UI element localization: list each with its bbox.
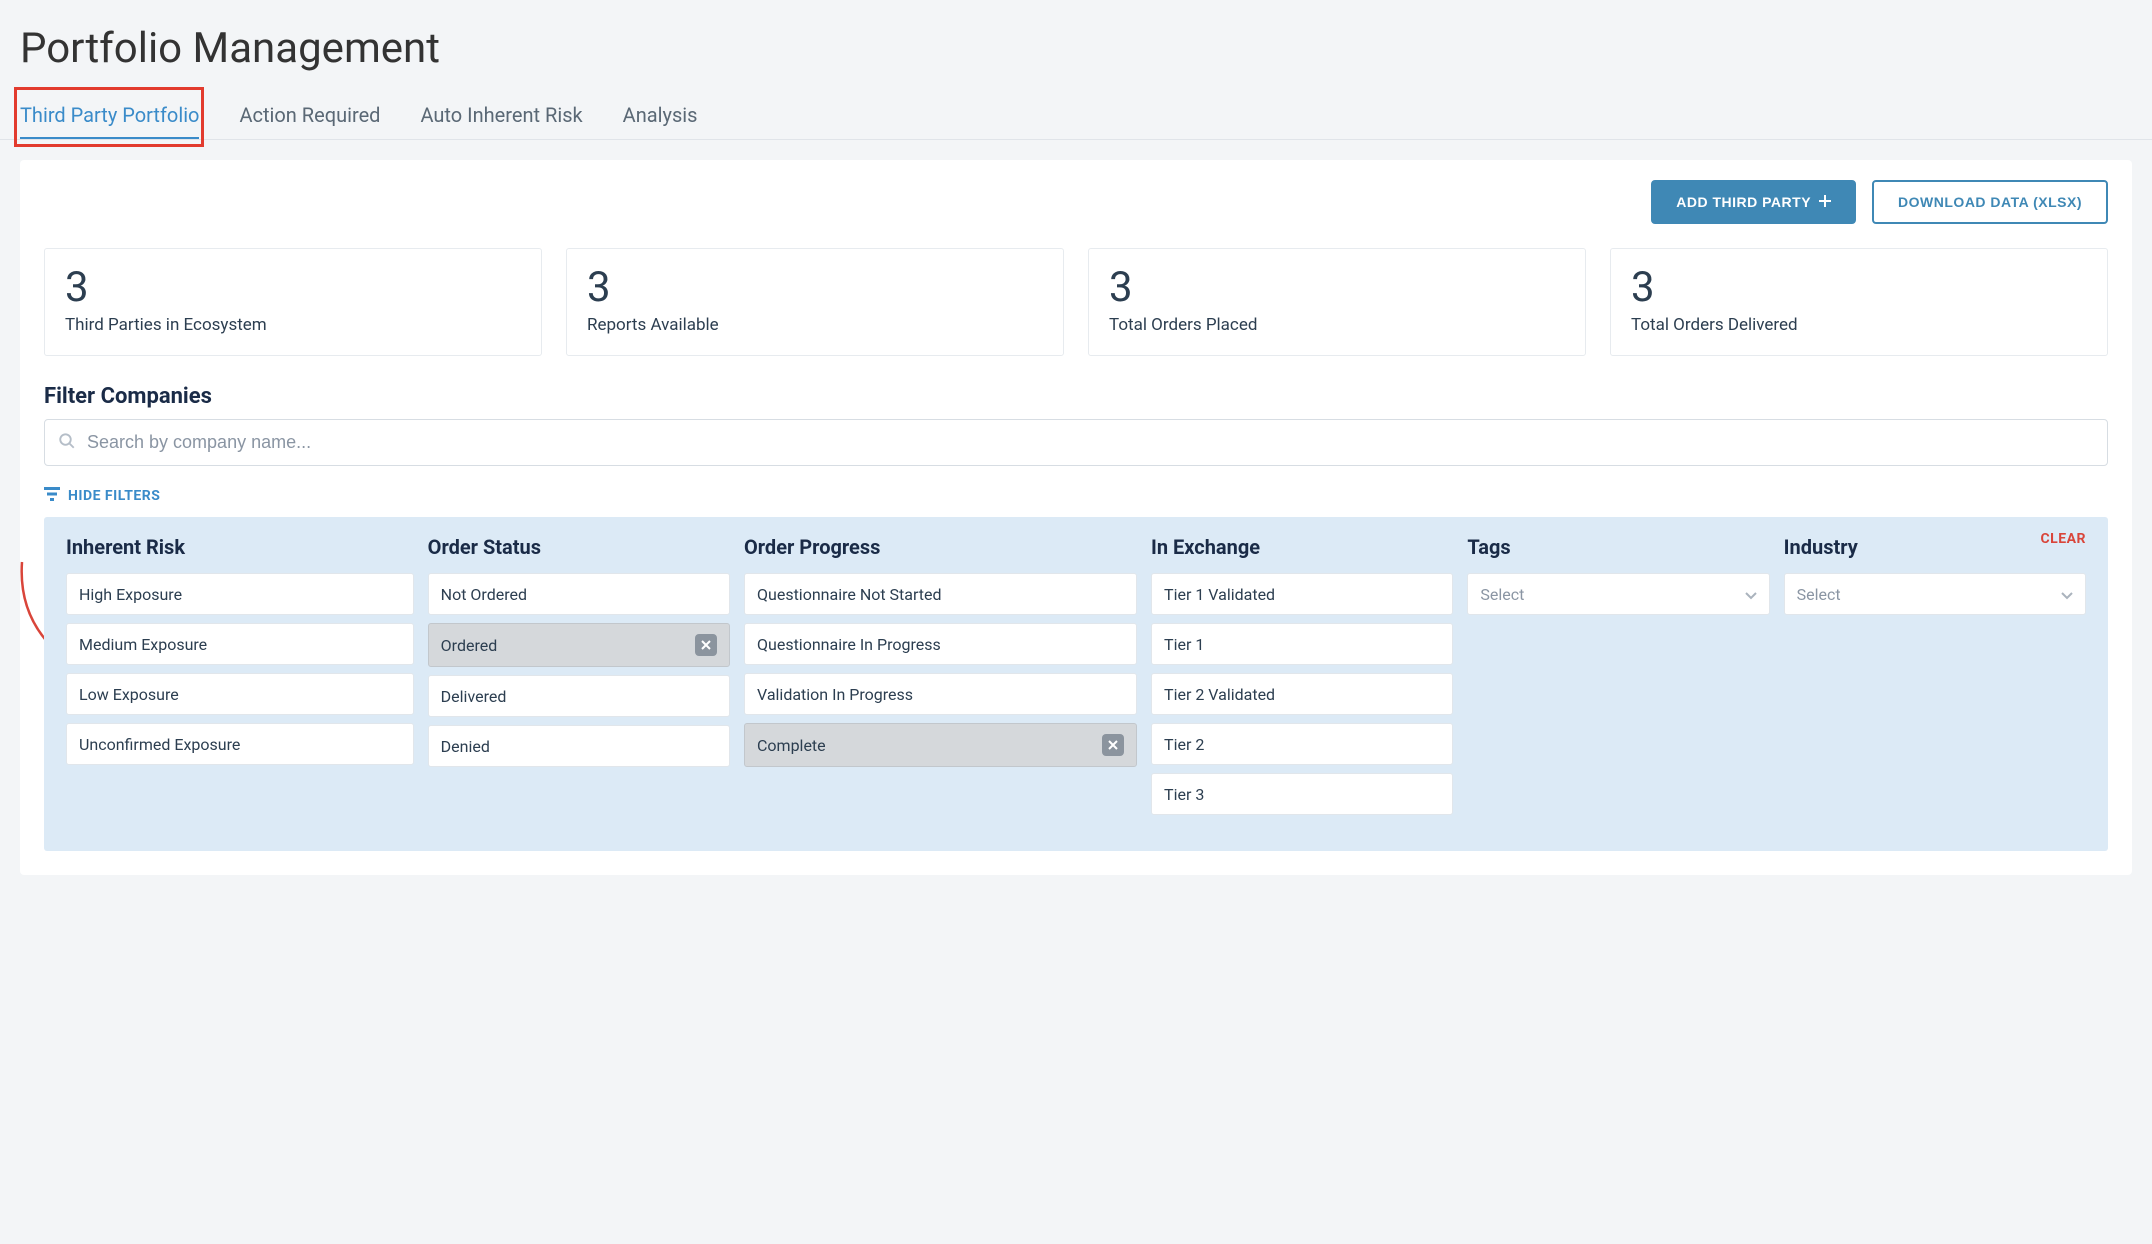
stat-value: 3 (1109, 265, 1565, 311)
filter-header: Order Progress (744, 535, 1137, 559)
filter-option-label: Tier 2 (1164, 735, 1204, 754)
stat-value: 3 (65, 265, 521, 311)
stats-row: 3 Third Parties in Ecosystem 3 Reports A… (44, 248, 2108, 356)
filter-option-complete[interactable]: Complete (744, 723, 1137, 767)
filter-option-tier2[interactable]: Tier 2 (1151, 723, 1453, 765)
stat-value: 3 (587, 265, 1043, 311)
download-data-button[interactable]: DOWNLOAD DATA (XLSX) (1872, 180, 2108, 224)
filter-col-inherent-risk: Inherent Risk High Exposure Medium Expos… (66, 535, 414, 823)
filter-header: Inherent Risk (66, 535, 414, 559)
filter-option-questionnaire-not-started[interactable]: Questionnaire Not Started (744, 573, 1137, 615)
filter-option-denied[interactable]: Denied (428, 725, 730, 767)
filter-col-order-progress: Order Progress Questionnaire Not Started… (744, 535, 1137, 823)
remove-filter-icon[interactable] (695, 634, 717, 656)
chevron-down-icon (2061, 585, 2073, 604)
stat-card-orders-placed: 3 Total Orders Placed (1088, 248, 1586, 356)
stat-label: Total Orders Delivered (1631, 315, 2087, 335)
filter-col-tags: Tags Select (1467, 535, 1769, 823)
filter-option-validation-in-progress[interactable]: Validation In Progress (744, 673, 1137, 715)
stat-value: 3 (1631, 265, 2087, 311)
filter-option-tier1[interactable]: Tier 1 (1151, 623, 1453, 665)
filter-option-label: Tier 1 Validated (1164, 585, 1275, 604)
stat-label: Reports Available (587, 315, 1043, 335)
filter-option-label: Validation In Progress (757, 685, 913, 704)
search-input[interactable] (44, 419, 2108, 466)
plus-icon (1819, 194, 1831, 210)
filter-option-tier3[interactable]: Tier 3 (1151, 773, 1453, 815)
filter-col-order-status: Order Status Not Ordered Ordered Deliver… (428, 535, 730, 823)
filter-col-in-exchange: In Exchange Tier 1 Validated Tier 1 Tier… (1151, 535, 1453, 823)
filter-option-label: Denied (441, 737, 490, 756)
add-third-party-label: ADD THIRD PARTY (1676, 194, 1811, 210)
filter-option-delivered[interactable]: Delivered (428, 675, 730, 717)
filter-option-unconfirmed-exposure[interactable]: Unconfirmed Exposure (66, 723, 414, 765)
page-title: Portfolio Management (0, 0, 2152, 93)
filter-option-label: Unconfirmed Exposure (79, 735, 240, 754)
filter-option-label: Tier 1 (1164, 635, 1204, 654)
actions-row: ADD THIRD PARTY DOWNLOAD DATA (XLSX) (44, 180, 2108, 224)
filter-option-label: Questionnaire Not Started (757, 585, 942, 604)
filter-col-industry: Industry Select (1784, 535, 2086, 823)
filter-header: In Exchange (1151, 535, 1453, 559)
stat-label: Total Orders Placed (1109, 315, 1565, 335)
filter-option-label: High Exposure (79, 585, 182, 604)
filter-option-not-ordered[interactable]: Not Ordered (428, 573, 730, 615)
remove-filter-icon[interactable] (1102, 734, 1124, 756)
filters-panel: CLEAR Inherent Risk High Exposure Medium… (44, 517, 2108, 851)
industry-select[interactable]: Select (1784, 573, 2086, 615)
filter-option-low-exposure[interactable]: Low Exposure (66, 673, 414, 715)
stat-card-orders-delivered: 3 Total Orders Delivered (1610, 248, 2108, 356)
filter-option-label: Complete (757, 736, 826, 755)
filter-option-label: Ordered (441, 636, 498, 655)
search-icon (58, 432, 76, 454)
tab-analysis[interactable]: Analysis (623, 93, 698, 139)
filter-option-label: Delivered (441, 687, 507, 706)
tabs-bar: Third Party Portfolio Action Required Au… (0, 93, 2152, 140)
tab-auto-inherent-risk[interactable]: Auto Inherent Risk (420, 93, 582, 139)
content-panel: ADD THIRD PARTY DOWNLOAD DATA (XLSX) 3 T… (20, 160, 2132, 875)
filter-icon (44, 487, 60, 505)
filter-option-label: Tier 2 Validated (1164, 685, 1275, 704)
tab-action-required[interactable]: Action Required (239, 93, 380, 139)
filter-option-medium-exposure[interactable]: Medium Exposure (66, 623, 414, 665)
download-data-label: DOWNLOAD DATA (XLSX) (1898, 194, 2082, 210)
filter-option-label: Questionnaire In Progress (757, 635, 941, 654)
select-placeholder: Select (1797, 585, 1841, 604)
filter-option-tier2-validated[interactable]: Tier 2 Validated (1151, 673, 1453, 715)
stat-label: Third Parties in Ecosystem (65, 315, 521, 335)
clear-filters-button[interactable]: CLEAR (2041, 531, 2086, 547)
select-placeholder: Select (1480, 585, 1524, 604)
stat-card-reports: 3 Reports Available (566, 248, 1064, 356)
filter-option-label: Low Exposure (79, 685, 179, 704)
filter-option-questionnaire-in-progress[interactable]: Questionnaire In Progress (744, 623, 1137, 665)
add-third-party-button[interactable]: ADD THIRD PARTY (1651, 180, 1856, 224)
filter-section-title: Filter Companies (44, 384, 2108, 409)
search-wrap (44, 419, 2108, 466)
filter-option-ordered[interactable]: Ordered (428, 623, 730, 667)
filter-option-label: Medium Exposure (79, 635, 207, 654)
filter-option-high-exposure[interactable]: High Exposure (66, 573, 414, 615)
filter-option-label: Not Ordered (441, 585, 527, 604)
tab-third-party-portfolio[interactable]: Third Party Portfolio (20, 93, 199, 139)
filter-header: Tags (1467, 535, 1769, 559)
stat-card-ecosystem: 3 Third Parties in Ecosystem (44, 248, 542, 356)
tags-select[interactable]: Select (1467, 573, 1769, 615)
hide-filters-toggle[interactable]: HIDE FILTERS (44, 487, 160, 505)
hide-filters-label: HIDE FILTERS (68, 488, 160, 504)
filter-option-tier1-validated[interactable]: Tier 1 Validated (1151, 573, 1453, 615)
filter-header: Order Status (428, 535, 730, 559)
chevron-down-icon (1745, 585, 1757, 604)
filter-option-label: Tier 3 (1164, 785, 1204, 804)
